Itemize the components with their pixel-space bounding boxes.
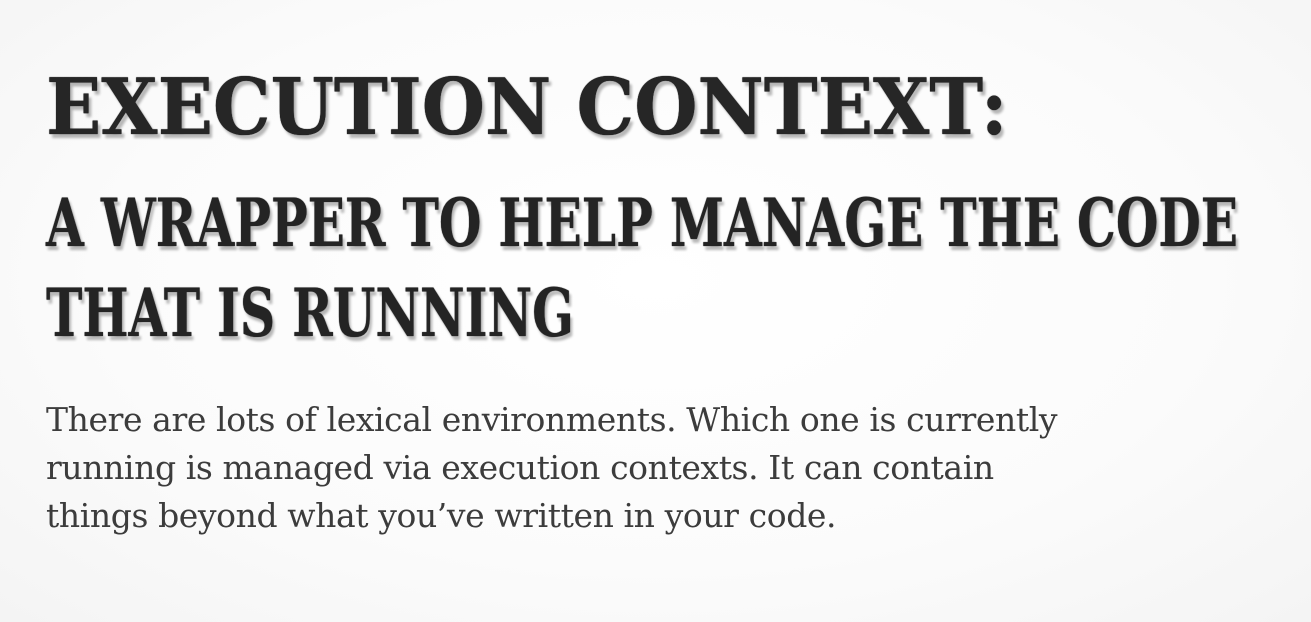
slide-subtitle: A WRAPPER TO HELP MANAGE THE CODE THAT I… bbox=[46, 178, 1311, 358]
slide-body-line-2: running is managed via execution context… bbox=[46, 448, 994, 487]
slide-title: EXECUTION CONTEXT: bbox=[46, 60, 1080, 156]
slide-title-text: EXECUTION CONTEXT: bbox=[46, 60, 1007, 156]
slide-subtitle-line-1: A WRAPPER TO HELP MANAGE THE CODE bbox=[46, 184, 1238, 262]
slide: EXECUTION CONTEXT: A WRAPPER TO HELP MAN… bbox=[0, 0, 1311, 622]
slide-body-line-1: There are lots of lexical environments. … bbox=[46, 400, 1058, 439]
slide-body: There are lots of lexical environments. … bbox=[46, 396, 1166, 540]
slide-subtitle-line-2: THAT IS RUNNING bbox=[46, 274, 574, 352]
slide-body-line-3: things beyond what you’ve written in you… bbox=[46, 496, 837, 535]
